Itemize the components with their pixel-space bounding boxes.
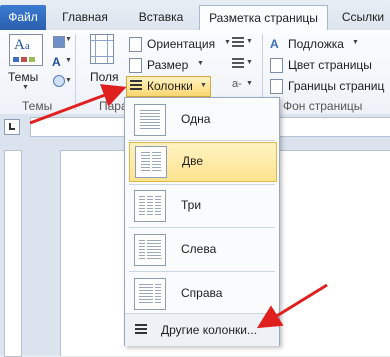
annotation-arrows [29, 84, 328, 329]
arrow-to-columns-icon [29, 84, 127, 125]
arrow-to-more-columns-icon [256, 283, 328, 329]
